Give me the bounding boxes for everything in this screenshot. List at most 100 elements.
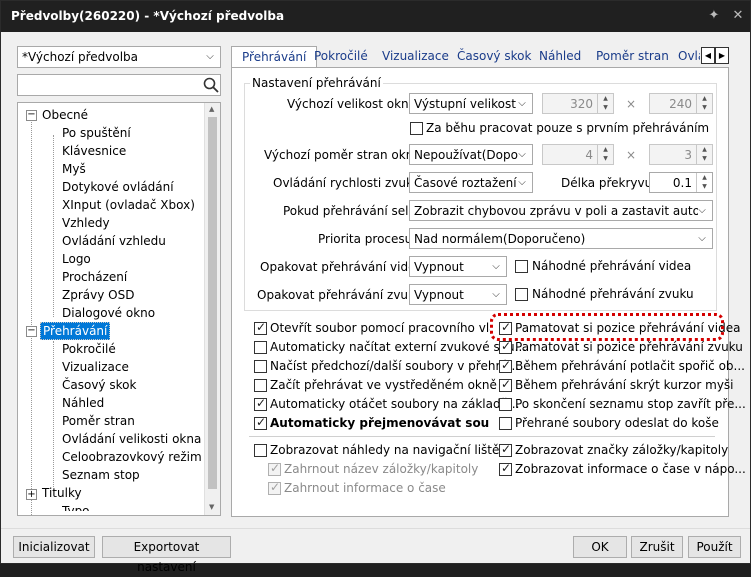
spin-up-icon[interactable]: ▲: [598, 145, 613, 154]
remember-audio-position-checkbox[interactable]: [499, 339, 512, 354]
close-after-playlist-checkbox[interactable]: [499, 398, 512, 411]
tree-item[interactable]: Dialogové okno: [62, 305, 155, 321]
collapse-icon[interactable]: −: [26, 110, 37, 121]
tree-item[interactable]: Vzhledy: [62, 215, 110, 231]
window-size-select[interactable]: Výstupní velikost v ⌵: [409, 93, 533, 114]
aspect-select[interactable]: Nepoužívat(Dopo ⌵: [409, 144, 533, 165]
tree-item[interactable]: Celoobrazovkový režim: [62, 449, 202, 465]
tab-vizualizace[interactable]: Vizualizace: [382, 46, 449, 68]
tab-ovladani[interactable]: Ovla: [678, 46, 700, 68]
tree-item-obecne[interactable]: Obecné: [42, 107, 88, 123]
load-prev-next-checkbox[interactable]: [254, 360, 267, 373]
tree-item[interactable]: Časový skok: [62, 377, 136, 393]
show-chapter-marks-checkbox[interactable]: [499, 442, 512, 457]
aspect-x-stepper[interactable]: 4 ▲ ▼: [542, 144, 614, 165]
tree-item[interactable]: Vizualizace: [62, 359, 129, 375]
spin-down-icon[interactable]: ▼: [697, 182, 712, 191]
tree-item[interactable]: Myš: [62, 161, 86, 177]
spin-down-icon[interactable]: ▼: [598, 103, 613, 112]
tab-nahled[interactable]: Náhled: [539, 46, 581, 68]
expand-icon[interactable]: +: [26, 489, 37, 500]
spin-down-icon[interactable]: ▼: [697, 103, 712, 112]
only-first-playback-checkbox[interactable]: [410, 122, 423, 135]
search-input[interactable]: [17, 74, 221, 96]
spin-up-icon[interactable]: ▲: [697, 173, 712, 182]
spin-up-icon[interactable]: ▲: [598, 94, 613, 103]
show-time-info-checkbox[interactable]: [499, 461, 512, 476]
tree-item[interactable]: Ovládání velikosti okna: [62, 431, 201, 447]
tree-item[interactable]: Ovládání vzhledu: [62, 233, 166, 249]
auto-load-audio-checkbox[interactable]: [254, 341, 267, 354]
audio-speed-select[interactable]: Časové roztažení l ⌵: [409, 172, 533, 193]
show-chapter-marks-label: Zobrazovat značky záložky/kapitoly: [515, 443, 729, 457]
tree-scrollbar[interactable]: ▲ ▼: [204, 103, 220, 515]
window-title: Předvolby(260220) - *Výchozí předvolba: [11, 9, 285, 23]
pin-icon[interactable]: ✦: [703, 6, 725, 26]
tree-item-titulky[interactable]: Titulky: [42, 485, 82, 501]
highlight-outline: [490, 313, 724, 341]
start-centered-checkbox[interactable]: [254, 379, 267, 392]
spin-down-icon[interactable]: ▼: [598, 154, 613, 163]
export-settings-button[interactable]: Exportovat nastavení: [102, 536, 231, 574]
send-to-trash-checkbox[interactable]: [499, 417, 512, 430]
scroll-thumb[interactable]: [208, 117, 217, 489]
tree-item[interactable]: Pokročilé: [62, 341, 116, 357]
repeat-video-select[interactable]: Vypnout ⌵: [409, 256, 507, 277]
tab-pomer-stran[interactable]: Poměr stran: [596, 46, 669, 68]
tree-item[interactable]: Klávesnice: [62, 143, 126, 159]
repeat-audio-select[interactable]: Vypnout ⌵: [409, 284, 507, 305]
show-thumbnails-checkbox[interactable]: [254, 444, 267, 457]
tree-item[interactable]: Poměr stran: [62, 413, 135, 429]
suppress-screensaver-checkbox[interactable]: [499, 358, 512, 373]
auto-rotate-checkbox[interactable]: [254, 396, 267, 411]
tab-pokrocile[interactable]: Pokročilé: [314, 46, 368, 68]
aspect-label: Výchozí poměr stran okna:: [264, 148, 425, 162]
aspect-y-stepper[interactable]: 3 ▲ ▼: [649, 144, 713, 165]
tree-item[interactable]: Zprávy OSD: [62, 287, 134, 303]
preset-select[interactable]: *Výchozí předvolba ⌵: [17, 46, 221, 68]
tab-scroll-right-icon[interactable]: ▶: [715, 47, 729, 64]
cancel-button[interactable]: Zrušit: [631, 536, 683, 558]
chevron-down-icon: ⌵: [518, 177, 526, 188]
tab-prehravani[interactable]: Přehrávání: [231, 46, 318, 68]
hide-cursor-checkbox[interactable]: [499, 377, 512, 392]
tab-casovy-skok[interactable]: Časový skok: [457, 46, 531, 68]
window-width-stepper[interactable]: 320 ▲ ▼: [542, 93, 614, 114]
collapse-icon[interactable]: −: [26, 326, 37, 337]
random-audio-checkbox[interactable]: [515, 288, 528, 301]
priority-select[interactable]: Nad normálem(Doporučeno) ⌵: [409, 228, 713, 249]
tree-item[interactable]: Logo: [62, 251, 91, 267]
apply-button[interactable]: Použít: [688, 536, 741, 558]
ok-button[interactable]: OK: [573, 536, 627, 558]
spin-up-icon[interactable]: ▲: [697, 94, 712, 103]
footer-separator: [1, 528, 750, 529]
include-time-info-checkbox[interactable]: [268, 480, 281, 495]
tree-item[interactable]: Dotykové ovládání: [62, 179, 174, 195]
tree-item-prehravani-selected[interactable]: Přehrávání: [40, 322, 111, 340]
open-worker-thread-checkbox[interactable]: [254, 320, 267, 335]
chevron-down-icon: ⌵: [518, 98, 526, 109]
tree-item[interactable]: XInput (ovladač Xbox): [62, 197, 195, 213]
close-icon[interactable]: ✕: [727, 6, 749, 26]
tree-item-partial[interactable]: Typo...: [62, 503, 101, 511]
overlap-stepper[interactable]: 0.1 ▲ ▼: [649, 172, 713, 193]
auto-rename-checkbox[interactable]: [254, 415, 267, 430]
include-chapter-name-checkbox[interactable]: [268, 461, 281, 476]
overlap-label: Délka překryvu:: [561, 176, 657, 190]
scroll-down-icon[interactable]: ▼: [209, 503, 214, 511]
spin-down-icon[interactable]: ▼: [697, 154, 712, 163]
tree-item[interactable]: Náhled: [62, 395, 104, 411]
tree-item[interactable]: Po spuštění: [62, 125, 131, 141]
on-failure-select[interactable]: Zobrazit chybovou zprávu v poli a zastav…: [409, 200, 713, 221]
tab-scroll-left-icon[interactable]: ◀: [701, 47, 715, 64]
tree-item[interactable]: Procházení: [62, 269, 127, 285]
initialize-button[interactable]: Inicializovat: [13, 536, 95, 558]
tree-item[interactable]: Seznam stop: [62, 467, 140, 483]
random-video-checkbox[interactable]: [515, 260, 528, 273]
search-icon: [202, 76, 220, 94]
window-height-stepper[interactable]: 240 ▲ ▼: [649, 93, 713, 114]
times-sign: ×: [626, 97, 637, 111]
scroll-up-icon[interactable]: ▲: [209, 105, 214, 113]
suppress-screensaver-label: Během přehrávání potlačit spořič ob...: [515, 359, 745, 373]
spin-up-icon[interactable]: ▲: [697, 145, 712, 154]
